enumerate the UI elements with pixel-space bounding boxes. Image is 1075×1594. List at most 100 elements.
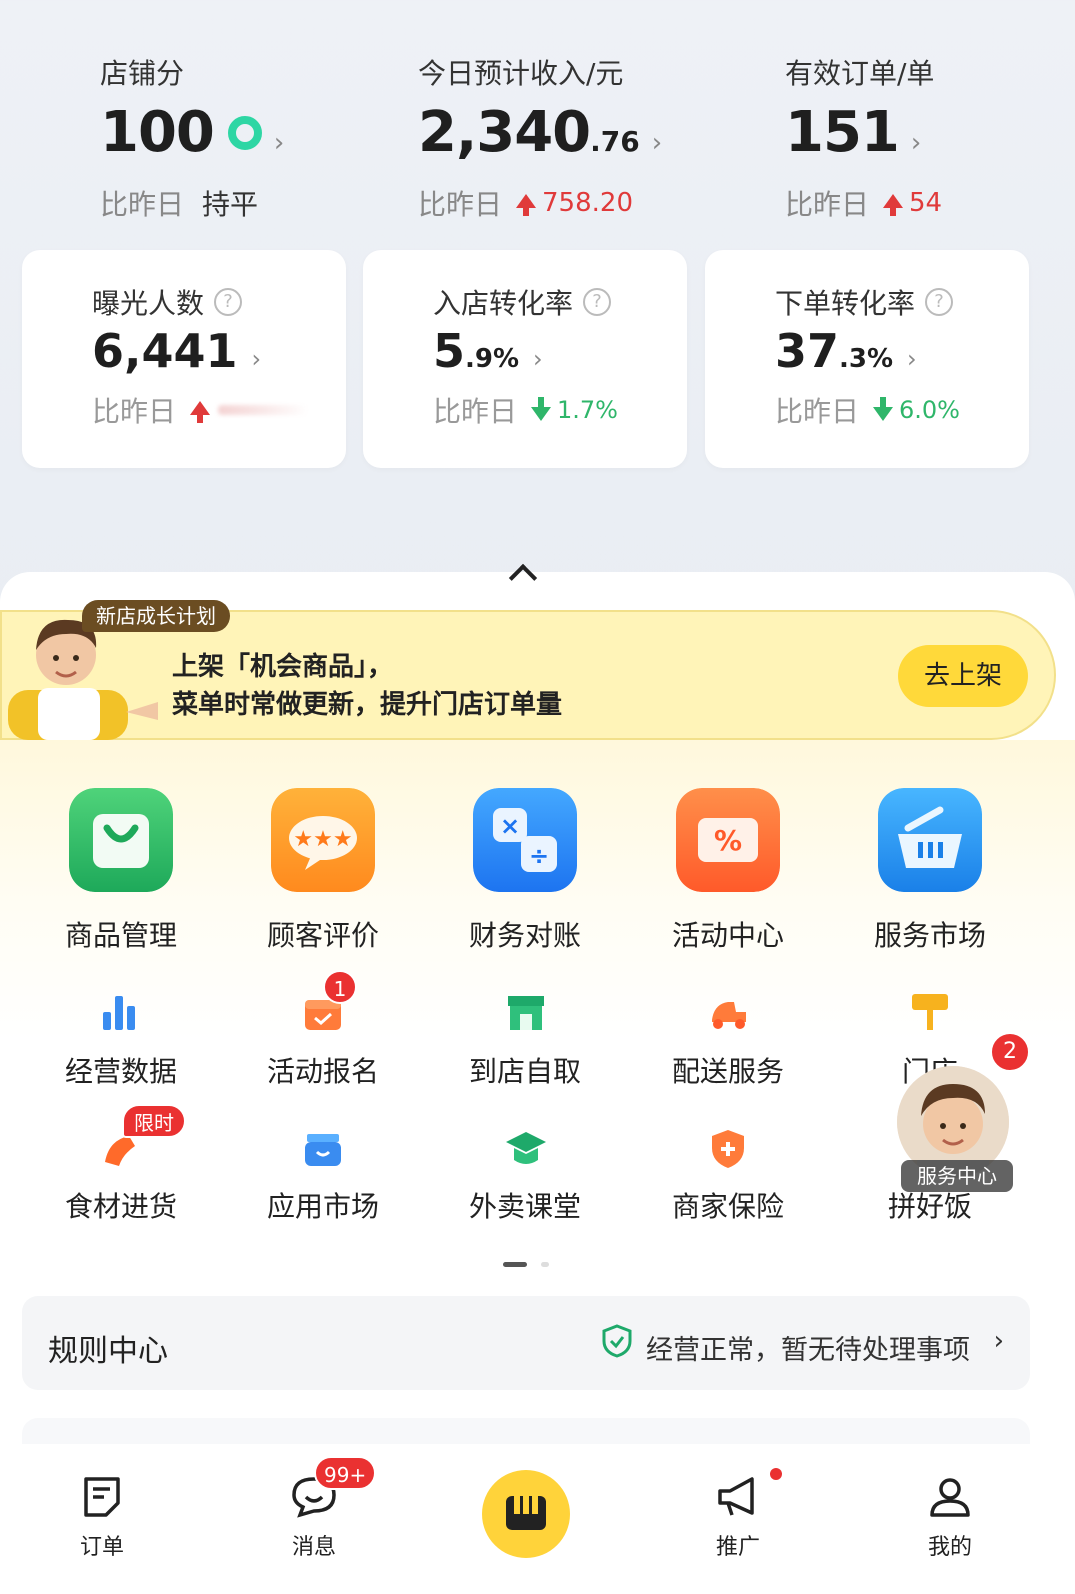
arrow-down-icon bbox=[531, 397, 552, 421]
store-pickup-icon[interactable] bbox=[504, 990, 548, 1034]
service-market-icon[interactable] bbox=[878, 788, 982, 892]
tab-promotion[interactable]: 推广 bbox=[678, 1475, 798, 1561]
product-management-icon[interactable] bbox=[69, 788, 173, 892]
delivery-service-icon[interactable] bbox=[706, 990, 750, 1034]
compare-label: 比昨日 bbox=[418, 188, 503, 221]
card-label: 下单转化率 bbox=[775, 287, 916, 320]
shield-check-icon bbox=[602, 1324, 632, 1358]
tab-label: 我的 bbox=[927, 1535, 972, 1560]
service-center-badge: 2 bbox=[990, 1032, 1030, 1072]
rule-center-row[interactable]: 规则中心 经营正常，暂无待处理事项 › bbox=[22, 1296, 1030, 1390]
stat-income[interactable]: 今日预计收入/元 2,340 .76 › 比昨日 758.20 bbox=[418, 52, 718, 223]
tool-label: 顾客评价 bbox=[266, 919, 379, 952]
user-icon bbox=[930, 1478, 970, 1517]
compare-label: 比昨日 bbox=[433, 395, 518, 428]
list-products-button[interactable]: 去上架 bbox=[898, 645, 1028, 707]
activity-center-icon[interactable]: % bbox=[676, 788, 780, 892]
arrow-up-icon bbox=[516, 194, 537, 216]
tool-label: 服务市场 bbox=[873, 919, 986, 952]
promotion-dot-badge bbox=[770, 1468, 782, 1480]
tool-label: 活动中心 bbox=[671, 919, 784, 952]
compare-value: 1.7% bbox=[557, 396, 618, 424]
stat-value: 151 bbox=[785, 100, 900, 165]
chevron-right-icon: › bbox=[910, 128, 922, 158]
svg-text:÷: ÷ bbox=[529, 842, 549, 870]
chevron-right-icon: › bbox=[533, 345, 543, 373]
tab-label: 订单 bbox=[79, 1535, 124, 1560]
stat-label: 有效订单/单 bbox=[785, 57, 935, 90]
blurred-value bbox=[218, 405, 309, 415]
tab-label: 推广 bbox=[715, 1535, 760, 1560]
customer-review-icon[interactable]: ★★★ bbox=[271, 788, 375, 892]
card-label: 入店转化率 bbox=[433, 287, 574, 320]
messages-badge: 99+ bbox=[314, 1456, 377, 1490]
orders-icon bbox=[84, 1477, 120, 1517]
compare-value: 54 bbox=[909, 188, 943, 218]
compare-label: 比昨日 bbox=[92, 395, 177, 428]
arrow-up-icon bbox=[883, 194, 904, 216]
svg-text:×: × bbox=[500, 812, 520, 840]
page-indicator bbox=[541, 1262, 549, 1267]
stat-value-decimal: .76 bbox=[590, 125, 640, 158]
takeout-class-icon[interactable] bbox=[504, 1126, 548, 1170]
card-value: 6,441 bbox=[92, 324, 238, 378]
card-store-conversion[interactable]: 入店转化率? 5.9% › 比昨日 1.7% bbox=[363, 250, 687, 468]
help-icon[interactable]: ? bbox=[214, 288, 243, 316]
tool-label: 活动报名 bbox=[266, 1055, 379, 1088]
compare-value: 6.0% bbox=[899, 396, 960, 424]
stat-label: 店铺分 bbox=[100, 57, 185, 90]
megaphone-icon bbox=[718, 1477, 754, 1516]
arrow-up-icon bbox=[190, 401, 211, 423]
tool-label: 商家保险 bbox=[671, 1190, 784, 1223]
tab-orders[interactable]: 订单 bbox=[42, 1475, 162, 1561]
chevron-right-icon: › bbox=[993, 1326, 1004, 1356]
compare-value: 758.20 bbox=[542, 188, 633, 218]
compare-value: 持平 bbox=[202, 188, 259, 221]
compare-label: 比昨日 bbox=[100, 188, 185, 221]
banner-line-2: 菜单时常做更新，提升门店订单量 bbox=[172, 690, 563, 720]
compare-label: 比昨日 bbox=[785, 188, 870, 221]
rule-center-title: 规则中心 bbox=[48, 1334, 168, 1369]
tab-mine[interactable]: 我的 bbox=[890, 1475, 1010, 1561]
merchant-insurance-icon[interactable] bbox=[706, 1126, 750, 1170]
business-data-icon[interactable] bbox=[99, 990, 143, 1034]
tool-label: 食材进货 bbox=[64, 1190, 177, 1223]
chevron-right-icon: › bbox=[251, 345, 262, 373]
tool-label: 商品管理 bbox=[64, 919, 177, 952]
finance-reconcile-icon[interactable]: × ÷ bbox=[473, 788, 577, 892]
banner-line-1: 上架「机会商品」， bbox=[172, 652, 394, 682]
tool-label: 配送服务 bbox=[671, 1055, 784, 1088]
limited-time-badge: 限时 bbox=[122, 1104, 186, 1138]
svg-text:%: % bbox=[714, 824, 742, 857]
score-ring-icon bbox=[227, 115, 262, 150]
chevron-right-icon: › bbox=[273, 128, 285, 158]
arrow-down-icon bbox=[873, 397, 894, 421]
card-order-conversion[interactable]: 下单转化率? 37.3% › 比昨日 6.0% bbox=[705, 250, 1029, 468]
card-value: 37 bbox=[775, 324, 840, 378]
help-icon[interactable]: ? bbox=[583, 288, 612, 316]
compare-label: 比昨日 bbox=[775, 395, 860, 428]
card-value-decimal: .3% bbox=[839, 344, 894, 374]
card-value-decimal: .9% bbox=[465, 344, 520, 374]
store-icon bbox=[506, 1496, 546, 1530]
tab-label: 消息 bbox=[291, 1535, 336, 1560]
help-icon[interactable]: ? bbox=[925, 288, 954, 316]
card-value: 5 bbox=[433, 324, 466, 378]
stat-value: 100 bbox=[100, 100, 215, 165]
growth-plan-tag: 新店成长计划 bbox=[82, 600, 230, 632]
store-home-button[interactable] bbox=[482, 1470, 570, 1558]
card-label: 曝光人数 bbox=[92, 287, 205, 320]
card-exposure[interactable]: 曝光人数? 6,441 › 比昨日 bbox=[22, 250, 346, 468]
stat-valid-orders[interactable]: 有效订单/单 151 › 比昨日 54 bbox=[785, 52, 1075, 223]
rule-center-status: 经营正常，暂无待处理事项 bbox=[646, 1335, 970, 1366]
store-decoration-icon[interactable] bbox=[908, 990, 952, 1034]
stat-label: 今日预计收入/元 bbox=[418, 57, 624, 90]
tool-label: 应用市场 bbox=[266, 1190, 379, 1223]
app-market-icon[interactable] bbox=[301, 1126, 345, 1170]
chevron-right-icon: › bbox=[907, 345, 917, 373]
stat-value: 2,340 bbox=[418, 100, 591, 165]
tool-label: 财务对账 bbox=[468, 919, 581, 952]
chevron-right-icon: › bbox=[651, 128, 663, 158]
stat-store-score[interactable]: 店铺分 100 › 比昨日 持平 bbox=[100, 52, 400, 223]
tool-label: 到店自取 bbox=[468, 1055, 581, 1088]
